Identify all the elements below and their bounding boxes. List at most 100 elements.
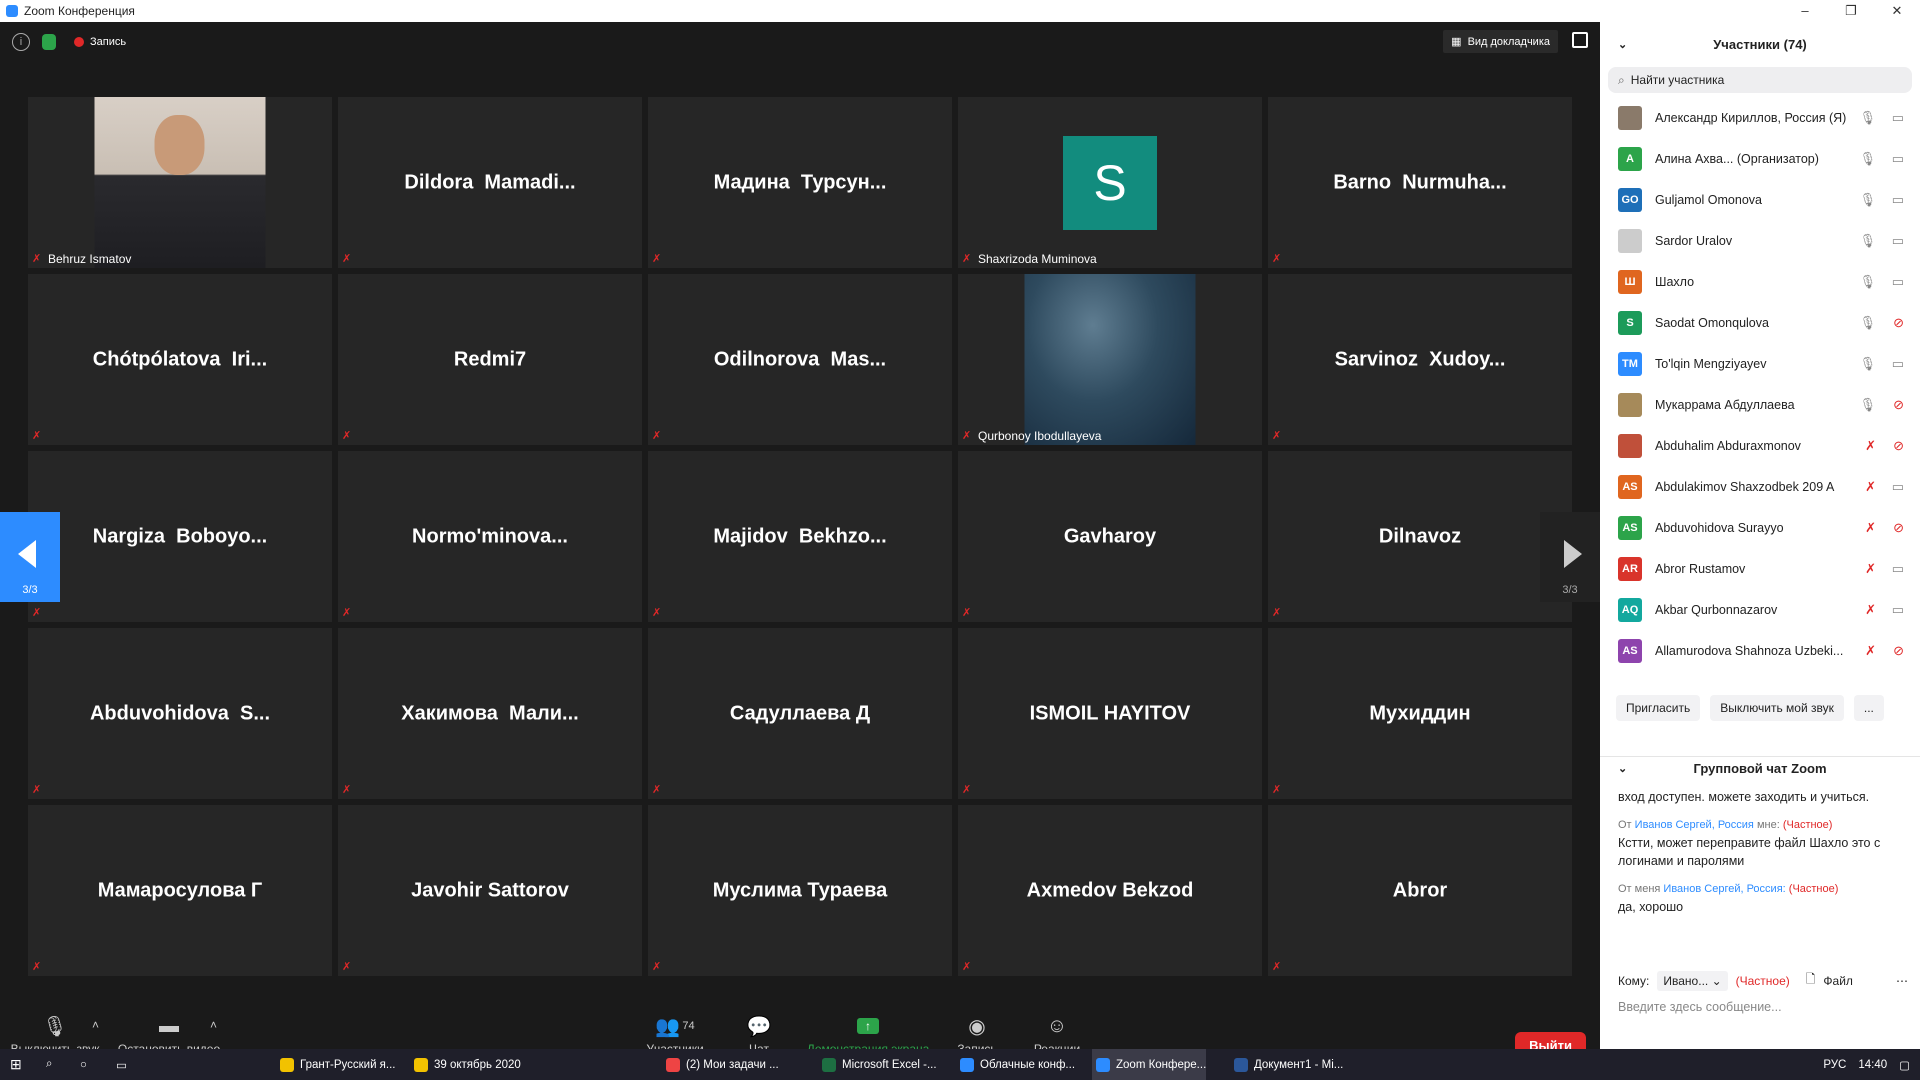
participant-row[interactable]: GO Guljamol Omonova 🎙 ▭	[1600, 179, 1920, 220]
participant-row[interactable]: A Алина Ахва... (Организатор) 🎙 ▭	[1600, 138, 1920, 179]
video-tile[interactable]: Normo'minova... ✗	[338, 451, 642, 622]
microphone-icon[interactable]: 🎙	[1859, 151, 1876, 167]
video-off-icon[interactable]: ⊘	[1893, 438, 1904, 454]
video-tile[interactable]: Садуллаева Д ✗	[648, 628, 952, 799]
microphone-icon[interactable]: 🎙	[1859, 315, 1876, 331]
video-tile[interactable]: Dilnavoz ✗	[1268, 451, 1572, 622]
language-indicator[interactable]: РУС	[1823, 1059, 1846, 1071]
chevron-down-icon[interactable]: ⌄	[1618, 762, 1627, 775]
recipient-select[interactable]: Ивано... ⌄	[1657, 970, 1728, 991]
minimize-button[interactable]: –	[1782, 0, 1828, 22]
video-tile[interactable]: Abror ✗	[1268, 805, 1572, 976]
microphone-icon[interactable]: 🎙	[1859, 397, 1876, 413]
taskbar-item[interactable]: 39 октябрь 2020	[410, 1049, 521, 1080]
invite-button[interactable]: Пригласить	[1616, 695, 1701, 721]
video-tile[interactable]: S ✗ Shaxrizoda Muminova	[958, 97, 1262, 268]
video-tile[interactable]: Sarvinoz Xudoy... ✗	[1268, 274, 1572, 445]
previous-page-button[interactable]: 3/3	[0, 512, 60, 602]
participant-row[interactable]: TM To'lqin Mengziyayev 🎙 ▭	[1600, 343, 1920, 384]
taskbar-item[interactable]: Облачные конф...	[956, 1049, 1075, 1080]
participant-search-input[interactable]: ⌕ Найти участника	[1608, 67, 1912, 93]
video-tile[interactable]: Javohir Sattorov ✗	[338, 805, 642, 976]
video-camera-icon[interactable]: ▭	[1892, 602, 1904, 618]
video-tile[interactable]: Abduvohidova S... ✗	[28, 628, 332, 799]
more-icon[interactable]: ⋯	[1896, 974, 1908, 988]
participant-row[interactable]: AS Allamurodova Shahnoza Uzbeki... ✗ ⊘	[1600, 630, 1920, 671]
more-button[interactable]: ...	[1853, 695, 1884, 721]
taskbar-item[interactable]: (2) Мои задачи ...	[662, 1049, 779, 1080]
microphone-icon[interactable]: 🎙	[1859, 274, 1876, 290]
video-camera-icon[interactable]: ▭	[1892, 356, 1904, 372]
video-camera-icon[interactable]: ▭	[1892, 233, 1904, 249]
muted-mic-icon[interactable]: ✗	[1865, 643, 1876, 659]
file-button[interactable]: Файл	[1823, 974, 1853, 988]
participant-row[interactable]: Sardor Uralov 🎙 ▭	[1600, 220, 1920, 261]
participant-row[interactable]: AS Abduvohidova Surayyo ✗ ⊘	[1600, 507, 1920, 548]
participant-row[interactable]: Мукаррама Абдуллаева 🎙 ⊘	[1600, 384, 1920, 425]
participant-row[interactable]: S Saodat Omonqulova 🎙 ⊘	[1600, 302, 1920, 343]
participant-list[interactable]: Александр Кириллов, Россия (Я) 🎙 ▭ A Алина А…	[1600, 97, 1920, 677]
close-button[interactable]: ✕	[1874, 0, 1920, 22]
file-icon[interactable]: 🗋	[1806, 970, 1816, 991]
video-tile[interactable]: Мадина Турсун... ✗	[648, 97, 952, 268]
video-camera-icon[interactable]: ▭	[1892, 274, 1904, 290]
muted-mic-icon[interactable]: ✗	[1865, 479, 1876, 495]
video-off-icon[interactable]: ⊘	[1893, 520, 1904, 536]
taskbar-item[interactable]: Microsoft Excel -...	[818, 1049, 937, 1080]
next-page-button[interactable]: 3/3	[1540, 512, 1600, 602]
video-tile[interactable]: Мамаросулова Г ✗	[28, 805, 332, 976]
mute-me-button[interactable]: Выключить мой звук	[1710, 695, 1844, 721]
video-tile[interactable]: Chótpólatova Iri... ✗	[28, 274, 332, 445]
video-tile[interactable]: Odilnorova Mas... ✗	[648, 274, 952, 445]
info-icon[interactable]: i	[12, 33, 30, 51]
shield-icon[interactable]	[42, 34, 56, 50]
microphone-icon[interactable]: 🎙	[1859, 233, 1876, 249]
chat-sender[interactable]: Иванов Сергей, Россия	[1635, 819, 1754, 831]
muted-mic-icon[interactable]: ✗	[1865, 438, 1876, 454]
video-tile[interactable]: Axmedov Bekzod ✗	[958, 805, 1262, 976]
chevron-down-icon[interactable]: ⌄	[1618, 38, 1627, 51]
participant-row[interactable]: AQ Akbar Qurbonnazarov ✗ ▭	[1600, 589, 1920, 630]
taskbar-item[interactable]: Zoom Конфере...	[1092, 1049, 1207, 1080]
speaker-view-button[interactable]: ▦ Вид докладчика	[1443, 30, 1558, 53]
video-off-icon[interactable]: ⊘	[1893, 643, 1904, 659]
search-icon[interactable]: ⌕	[46, 1049, 52, 1080]
video-camera-icon[interactable]: ▭	[1892, 561, 1904, 577]
video-camera-icon[interactable]: ▭	[1892, 479, 1904, 495]
muted-mic-icon[interactable]: ✗	[1865, 561, 1876, 577]
video-off-icon[interactable]: ⊘	[1893, 397, 1904, 413]
video-camera-icon[interactable]: ▭	[1892, 151, 1904, 167]
windows-start-icon[interactable]: ⊞	[10, 1049, 22, 1080]
video-tile[interactable]: Majidov Bekhzo... ✗	[648, 451, 952, 622]
chat-input[interactable]: Введите здесь сообщение...	[1618, 1000, 1782, 1014]
maximize-button[interactable]: ❐	[1828, 0, 1874, 22]
chevron-up-icon[interactable]: ˄	[92, 1018, 99, 1032]
video-tile[interactable]: Мухиддин ✗	[1268, 628, 1572, 799]
taskbar-item[interactable]: Грант-Русский я...	[276, 1049, 396, 1080]
microphone-icon[interactable]: 🎙	[1859, 356, 1876, 372]
muted-mic-icon[interactable]: ✗	[1865, 602, 1876, 618]
fullscreen-icon[interactable]	[1572, 32, 1588, 48]
microphone-icon[interactable]: 🎙	[1859, 110, 1876, 126]
participant-row[interactable]: AR Abror Rustamov ✗ ▭	[1600, 548, 1920, 589]
video-tile[interactable]: Dildora Mamadi... ✗	[338, 97, 642, 268]
video-camera-icon[interactable]: ▭	[1892, 192, 1904, 208]
cortana-icon[interactable]: ○	[80, 1049, 87, 1080]
video-off-icon[interactable]: ⊘	[1893, 315, 1904, 331]
video-tile[interactable]: ✗ Behruz Ismatov	[28, 97, 332, 268]
chat-sender[interactable]: Иванов Сергей, Россия:	[1663, 883, 1785, 895]
video-tile[interactable]: ✗ Qurbonoy Ibodullayeva	[958, 274, 1262, 445]
video-tile[interactable]: Gavharoy ✗	[958, 451, 1262, 622]
video-tile[interactable]: Муслима Тураева ✗	[648, 805, 952, 976]
chevron-up-icon[interactable]: ˄	[210, 1018, 217, 1032]
clock[interactable]: 14:40	[1858, 1059, 1887, 1071]
video-tile[interactable]: Nargiza Boboyo... ✗	[28, 451, 332, 622]
participant-row[interactable]: Ш Шахло 🎙 ▭	[1600, 261, 1920, 302]
video-tile[interactable]: Barno Nurmuha... ✗	[1268, 97, 1572, 268]
video-camera-icon[interactable]: ▭	[1892, 110, 1904, 126]
taskbar-item[interactable]: Документ1 - Mi...	[1230, 1049, 1343, 1080]
video-tile[interactable]: Redmi7 ✗	[338, 274, 642, 445]
task-view-icon[interactable]: ▭	[116, 1049, 127, 1080]
microphone-icon[interactable]: 🎙	[1859, 192, 1876, 208]
notification-icon[interactable]: ▢	[1899, 1058, 1910, 1072]
